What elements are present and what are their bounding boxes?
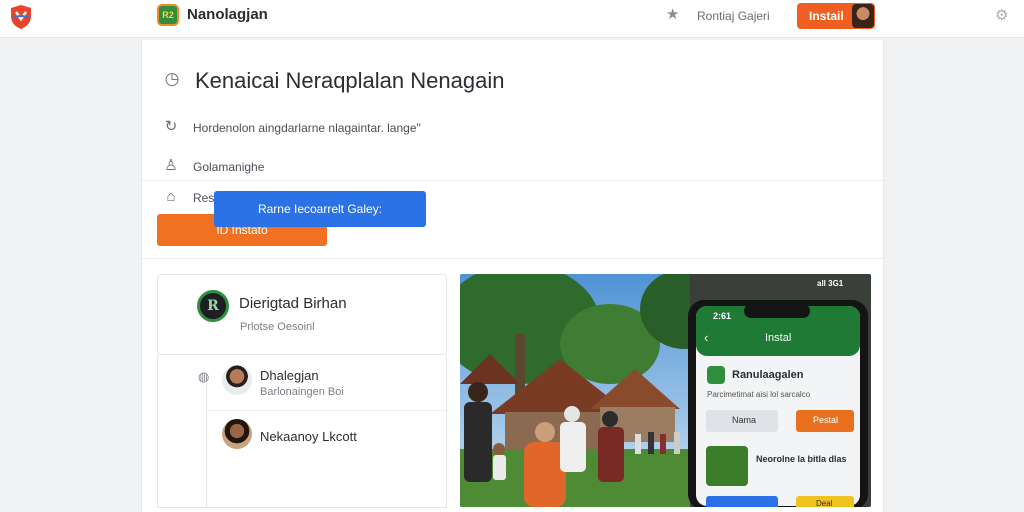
person-name: Dhalegjan	[260, 368, 319, 383]
phone-app-name: Ranulaagalen	[732, 369, 804, 381]
chevron-left-icon[interactable]: ‹	[704, 330, 708, 345]
gallery-button[interactable]: Rarne Iecoarrelt Galey:	[214, 191, 426, 227]
refresh-icon: ↻	[164, 118, 178, 135]
home-icon: ⌂	[166, 188, 176, 205]
hero-image: 2:61 all 3G1 ‹ Instal Ranulaagalen Parci…	[460, 274, 871, 507]
top-link[interactable]: Rontiaj Gajeri	[697, 9, 770, 23]
developer-name: Dierigtad Birhan	[239, 295, 347, 312]
person-icon: ♙	[164, 157, 178, 174]
phone-header-title: Instal	[765, 332, 792, 344]
globe-icon: ◍	[198, 369, 210, 384]
install-button-top-label: Instail	[809, 9, 844, 23]
developer-subtitle: Prlotse Oesoinl	[240, 321, 315, 333]
phone-status-time: 2:61	[713, 311, 732, 321]
developer-card[interactable]: R Dierigtad Birhan Prlotse Oesoinl	[157, 274, 447, 355]
avatar[interactable]	[852, 4, 874, 28]
page-title: Kenaicai Neraqplalan Nenagain	[195, 68, 505, 93]
developer-logo: R	[197, 290, 229, 322]
person-subtitle: Barlonaingen Boi	[260, 386, 344, 398]
app-icon: R2	[157, 4, 179, 26]
star-icon[interactable]: ★	[666, 7, 682, 23]
main-panel: ◷ Kenaicai Neraqplalan Nenagain ↻ Horden…	[141, 40, 885, 512]
phone-status-signal: all 3G1	[817, 279, 844, 288]
brand-logo-icon[interactable]	[9, 4, 33, 30]
avatar	[222, 419, 252, 449]
phone-button-left[interactable]: Nama	[732, 415, 756, 425]
phone-app-desc: Parcimetimat aisi lol sarcalco	[707, 390, 811, 399]
clock-icon: ◷	[164, 69, 180, 88]
people-list: ◍ Dhalegjan Barlonaingen Boi Nekaanoy Lk…	[157, 355, 448, 508]
phone-button-right[interactable]: Pestal	[813, 415, 838, 425]
person-name: Nekaanoy Lkcott	[260, 429, 357, 444]
avatar	[222, 365, 252, 395]
divider	[142, 258, 885, 259]
timeline-line	[206, 383, 207, 508]
app-title: Nanolagjan	[187, 6, 268, 23]
install-button-top[interactable]: Instail	[797, 3, 875, 29]
app-description: Hordenolon aingdarlarne nlagaintar. lang…	[193, 121, 421, 135]
divider	[206, 410, 448, 411]
divider	[142, 180, 885, 181]
gear-icon[interactable]: ⚙	[995, 8, 1011, 24]
phone-promo-text: Neorolne la bitla dlas	[756, 454, 847, 464]
phone-promo-button[interactable]: Deal	[816, 499, 832, 507]
top-bar: R2 Nanolagjan ★ Rontiaj Gajeri Instail ⚙	[0, 0, 1024, 38]
developer-label[interactable]: Golamanighe	[193, 160, 264, 174]
